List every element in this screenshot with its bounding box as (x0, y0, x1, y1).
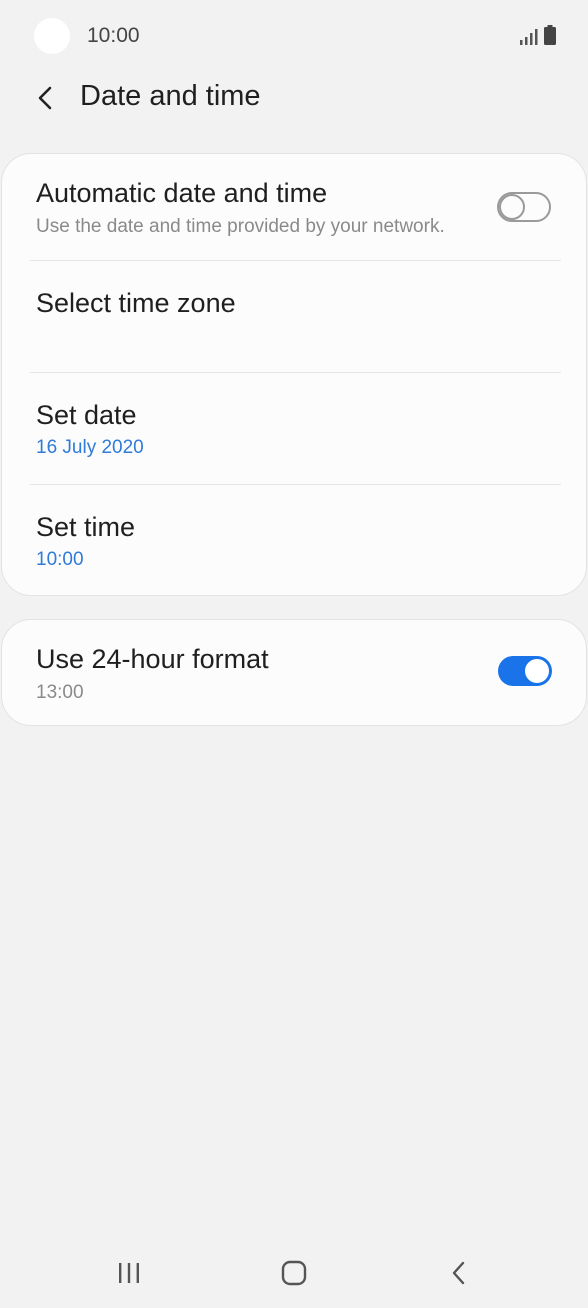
select-time-zone-row[interactable]: Select time zone (2, 261, 588, 373)
set-time-value: 10:00 (36, 549, 84, 570)
use-24-hour-row[interactable]: Use 24-hour format 13:00 (2, 620, 588, 725)
screen: 10:00 Date and time Automatic date and t… (0, 0, 588, 1308)
system-back-button[interactable] (429, 1248, 489, 1298)
set-date-value: 16 July 2020 (36, 437, 144, 458)
status-bar: 10:00 (0, 0, 588, 72)
toggle-knob (499, 194, 525, 220)
home-icon (281, 1260, 307, 1286)
toggle-knob (523, 657, 551, 685)
app-header: Date and time (0, 72, 588, 132)
battery-icon (544, 25, 556, 45)
date-time-settings-card: Automatic date and time Use the date and… (1, 153, 587, 596)
page-title: Date and time (80, 80, 261, 112)
automatic-date-time-title: Automatic date and time (36, 178, 328, 208)
status-time: 10:00 (87, 24, 140, 47)
select-time-zone-title: Select time zone (36, 288, 236, 318)
recent-apps-button[interactable] (99, 1248, 159, 1298)
automatic-date-time-row[interactable]: Automatic date and time Use the date and… (2, 154, 588, 261)
front-camera (34, 18, 70, 54)
recent-apps-icon (119, 1263, 139, 1283)
set-date-title: Set date (36, 400, 137, 430)
chevron-left-icon (38, 86, 52, 110)
time-format-card: Use 24-hour format 13:00 (1, 619, 587, 726)
home-button[interactable] (264, 1248, 324, 1298)
set-time-row[interactable]: Set time 10:00 (2, 485, 588, 595)
navigation-bar (0, 1240, 588, 1308)
signal-icon (520, 29, 538, 45)
use-24-hour-example: 13:00 (36, 682, 84, 703)
back-icon (452, 1261, 465, 1285)
set-time-title: Set time (36, 512, 136, 542)
automatic-date-time-subtitle: Use the date and time provided by your n… (36, 216, 445, 237)
use-24-hour-toggle[interactable] (498, 656, 552, 686)
back-button[interactable] (26, 78, 66, 118)
set-date-row[interactable]: Set date 16 July 2020 (2, 373, 588, 485)
automatic-date-time-toggle[interactable] (497, 192, 551, 222)
use-24-hour-title: Use 24-hour format (36, 644, 269, 674)
